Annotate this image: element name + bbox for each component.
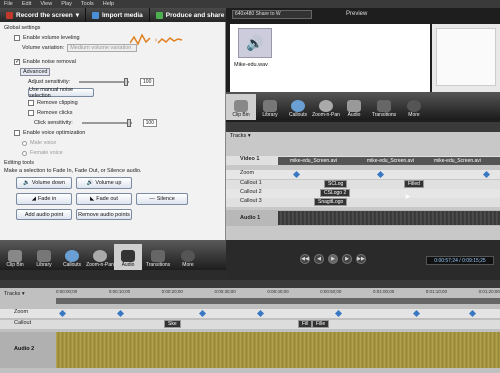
voice-optimization-checkbox[interactable] — [14, 130, 20, 136]
silence-button[interactable]: — Silence — [136, 193, 188, 205]
silence-icon: — — [149, 196, 155, 202]
volume-down-icon: 🔉 — [23, 180, 30, 186]
audio-file-icon[interactable]: 🔊 — [238, 28, 272, 58]
mouse-cursor-icon: ➤ — [404, 192, 411, 201]
editing-instructions: Make a selection to Fade In, Fade Out, o… — [4, 168, 142, 174]
menu-bar: File Edit View Play Tools Help — [0, 0, 500, 8]
female-voice-radio[interactable] — [22, 150, 27, 156]
timeline-top: Tracks ▾ Video 1 Zoom Callout 1 Callout … — [226, 122, 500, 240]
preview-title: Preview — [346, 11, 368, 17]
callout-clip[interactable]: Filled — [404, 180, 424, 188]
volume-down-button[interactable]: 🔉 Volume down — [16, 177, 72, 189]
audio-task-panel: Global settings Enable volume leveling V… — [0, 22, 226, 240]
record-screen-button[interactable]: Record the screen ▾ — [0, 8, 86, 22]
tab-library[interactable]: Library — [256, 94, 284, 120]
tab-clip-bin[interactable]: Clip Bin — [0, 244, 30, 270]
callout-clip[interactable]: Fille — [312, 320, 330, 328]
callout-clip[interactable]: Fill — [298, 320, 313, 328]
remove-clipping-checkbox[interactable] — [28, 100, 34, 106]
sensitivity-value[interactable]: 100 — [140, 78, 155, 86]
remove-audio-points-button[interactable]: Remove audio points — [76, 209, 132, 220]
tab-callouts[interactable]: Callouts — [284, 94, 312, 120]
rewind-icon[interactable]: ◀◀ — [300, 254, 310, 264]
task-tabs-bottom: Clip Bin Library Callouts Zoom-n-Pan Aud… — [0, 240, 226, 270]
fade-out-button[interactable]: ◣ Fade out — [76, 193, 132, 205]
callout-clip[interactable]: SnagitLogo — [314, 198, 348, 206]
clip-bin-area: 🔊 Mike-edu.wav — [230, 24, 430, 92]
global-settings-header: Global settings — [4, 25, 41, 31]
fade-in-icon: ◢ — [31, 196, 36, 202]
add-audio-point-button[interactable]: Add audio point — [16, 209, 72, 220]
tab-clip-bin[interactable]: Clip Bin — [226, 94, 256, 120]
fast-forward-icon[interactable]: ▶▶ — [356, 254, 366, 264]
preset-select[interactable]: 640x480 Share to W — [232, 10, 312, 19]
play-icon[interactable]: ▶ — [328, 254, 338, 264]
audio2-waveform[interactable] — [56, 332, 500, 368]
advanced-toggle[interactable]: Advanced — [20, 68, 51, 76]
task-tabs-top: Clip Bin Library Callouts Zoom-n-Pan Aud… — [226, 92, 500, 120]
menu-edit[interactable]: Edit — [22, 1, 31, 7]
click-sensitivity-slider[interactable] — [81, 119, 132, 127]
import-icon — [91, 11, 99, 19]
record-icon — [6, 11, 13, 19]
volume-variation-select[interactable]: Medium volume variation — [67, 44, 138, 52]
zoom-track-row: Zoom — [226, 170, 500, 179]
step-back-icon[interactable]: ◀ — [314, 254, 324, 264]
tracks-label-bottom[interactable]: Tracks ▾ — [4, 291, 25, 297]
remove-clicks-checkbox[interactable] — [28, 110, 34, 116]
time-display: 0:00:57;24 / 0:09:15;25 — [426, 256, 494, 265]
tab-transitions[interactable]: Transitions — [368, 94, 400, 120]
noise-removal-checkbox[interactable] — [14, 58, 20, 65]
audio2-track-label: Audio 2 — [0, 332, 56, 368]
callout2-track-row: Callout 2 — [226, 189, 500, 198]
sensitivity-slider[interactable] — [79, 78, 130, 86]
video-strip-bottom[interactable] — [56, 298, 500, 304]
menu-view[interactable]: View — [40, 1, 52, 7]
volume-leveling-checkbox[interactable] — [14, 35, 20, 41]
male-voice-radio[interactable] — [22, 140, 27, 146]
clip-file-name: Mike-edu.wav — [234, 62, 268, 68]
time-ruler[interactable]: 0:00:00;00 0:00:10;00 0:00:20;00 0:00:30;00… — [56, 289, 500, 297]
fade-out-icon: ◣ — [90, 196, 95, 202]
callout-clip[interactable]: Ske — [164, 320, 181, 328]
callout-clip[interactable]: SCLog — [324, 180, 348, 188]
menu-help[interactable]: Help — [103, 1, 114, 7]
tab-transitions[interactable]: Transitions — [142, 244, 174, 270]
manual-noise-button[interactable]: Use manual noise selection — [28, 87, 94, 99]
tab-zoom-n-pan[interactable]: Zoom-n-Pan — [312, 94, 340, 120]
volume-graph-icon — [130, 33, 183, 46]
tab-more[interactable]: More — [174, 244, 202, 270]
player-controls: ◀◀ ◀ ▶ ▶ ▶▶ 0:00:57;24 / 0:09:15;25 — [226, 240, 500, 280]
volume-up-icon: 🔊 — [86, 180, 94, 186]
tab-callouts[interactable]: Callouts — [58, 244, 86, 270]
tracks-label-top[interactable]: Tracks ▾ — [230, 133, 251, 139]
menu-file[interactable]: File — [4, 1, 13, 7]
tab-audio[interactable]: Audio — [114, 244, 142, 270]
click-sensitivity-value[interactable]: 100 — [142, 119, 157, 127]
tab-library[interactable]: Library — [30, 244, 58, 270]
callout3-track-row: Callout 3 — [226, 198, 500, 207]
callout-row-bottom: Callout — [0, 320, 500, 329]
callout1-track-row: Callout 1 — [226, 180, 500, 189]
fade-in-button[interactable]: ◢ Fade in — [16, 193, 72, 205]
menu-play[interactable]: Play — [61, 1, 72, 7]
produce-icon — [155, 11, 163, 19]
video-clip-strip[interactable]: mike-edu_Screen.avi mike-edu_Screen.avi mi… — [278, 157, 500, 165]
tab-zoom-n-pan[interactable]: Zoom-n-Pan — [86, 244, 114, 270]
import-media-button[interactable]: Import media — [86, 8, 150, 22]
preview-video[interactable] — [432, 24, 500, 92]
callout-clip[interactable]: CSLogo 2 — [320, 189, 351, 197]
audio1-waveform[interactable] — [278, 211, 500, 225]
zoom-row-bottom: Zoom — [0, 309, 500, 318]
produce-share-button[interactable]: Produce and share ▾ — [150, 8, 238, 22]
volume-up-button[interactable]: 🔊 Volume up — [76, 177, 132, 189]
editing-tools-header: Editing tools — [4, 160, 34, 166]
menu-tools[interactable]: Tools — [81, 1, 94, 7]
tab-more[interactable]: More — [400, 94, 428, 120]
step-forward-icon[interactable]: ▶ — [342, 254, 352, 264]
timeline-bottom: Tracks ▾ 0:00:00;00 0:00:10;00 0:00:20;00 0… — [0, 280, 500, 373]
tab-audio[interactable]: Audio — [340, 94, 368, 120]
